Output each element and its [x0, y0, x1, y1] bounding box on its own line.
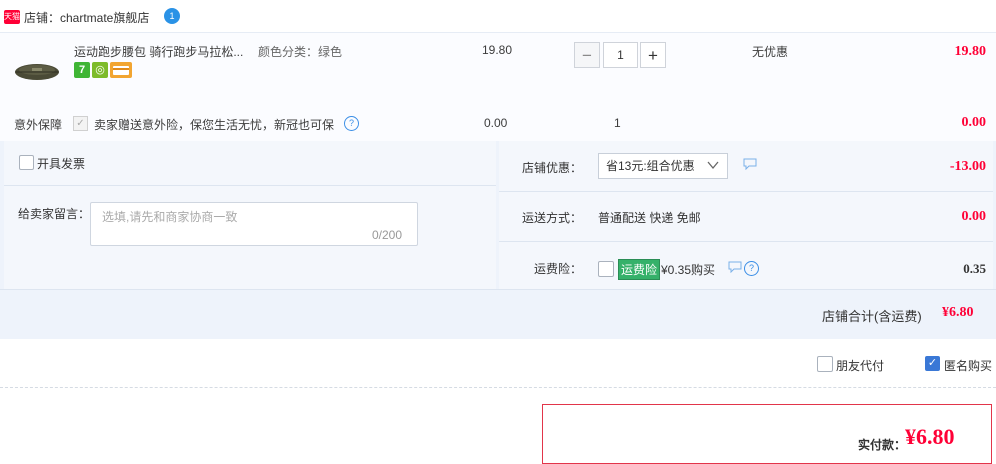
seller-message-label: 给卖家留言：	[18, 207, 91, 221]
unit-price: 19.80	[482, 43, 513, 57]
help-icon[interactable]: ?	[344, 116, 359, 131]
shipping-method-label: 运送方式：	[522, 211, 583, 225]
divider	[0, 387, 996, 388]
comment-icon[interactable]	[743, 158, 757, 173]
freight-insurance-label: 运费险：	[534, 262, 583, 276]
insurance-checkbox: ✓	[73, 116, 88, 131]
divider	[499, 241, 993, 242]
seller-message-counter: 0/200	[372, 228, 403, 242]
insurance-price: 0.00	[484, 116, 508, 130]
help-icon[interactable]: ?	[744, 261, 759, 276]
friend-pay-checkbox[interactable]	[817, 356, 833, 372]
quantity-decrease-button[interactable]: −	[574, 42, 600, 68]
invoice-label[interactable]: 开具发票	[37, 155, 85, 172]
service-badges: 7 ◎	[74, 62, 134, 78]
shop-promo-amount: -13.00	[949, 159, 986, 174]
freight-insurance-amount: 0.35	[963, 261, 986, 276]
credit-card-icon[interactable]	[110, 62, 132, 78]
store-name-link[interactable]: 店铺：chartmate旗舰店	[24, 9, 149, 26]
seven-day-return-icon[interactable]: 7	[74, 62, 90, 78]
quantity-increase-button[interactable]: +	[640, 42, 666, 68]
chat-bubble-icon[interactable]: 1	[164, 8, 180, 24]
shipping-amount: 0.00	[961, 209, 987, 224]
item-total-price: 19.80	[954, 44, 987, 59]
pay-label: 实付款：	[858, 438, 907, 452]
insurance-description: 卖家赠送意外险，保您生活无忧，新冠也可保	[94, 118, 335, 132]
shop-subtotal-amount: ¥6.80	[942, 305, 974, 320]
product-thumbnail[interactable]	[12, 50, 62, 90]
insurance-label: 意外保障	[14, 118, 63, 132]
shipping-method-value: 普通配送 快递 免邮	[598, 211, 701, 225]
anonymous-checkbox[interactable]: ✓	[925, 356, 940, 371]
insurance-icon[interactable]: ◎	[92, 62, 108, 78]
seller-message-placeholder: 选填,请先和商家协商一致	[102, 210, 238, 224]
store-header	[0, 0, 996, 32]
tmall-badge: 天猫	[4, 10, 20, 24]
product-sku: 颜色分类：绿色	[258, 45, 343, 59]
invoice-checkbox[interactable]	[19, 155, 34, 170]
product-title-link[interactable]: 运动跑步腰包 骑行跑步马拉松...	[74, 43, 243, 60]
divider	[499, 191, 993, 192]
comment-icon[interactable]	[728, 261, 742, 276]
freight-insurance-checkbox[interactable]	[598, 261, 614, 277]
anonymous-label[interactable]: 匿名购买	[944, 357, 992, 374]
chevron-down-icon[interactable]	[706, 155, 720, 178]
pay-amount: ¥6.80	[905, 424, 955, 449]
shop-promo-label: 店铺优惠：	[522, 161, 583, 175]
freight-insurance-price: ¥0.35购买	[661, 263, 716, 277]
insurance-quantity: 1	[614, 116, 621, 130]
divider	[4, 185, 496, 186]
quantity-input[interactable]: 1	[603, 42, 638, 68]
freight-insurance-tag: 运费险	[618, 259, 661, 280]
insurance-total: 0.00	[961, 115, 987, 130]
shop-subtotal-label: 店铺合计(含运费)	[822, 309, 922, 324]
divider	[0, 289, 996, 290]
item-promotion: 无优惠	[752, 45, 789, 59]
friend-pay-label[interactable]: 朋友代付	[836, 357, 884, 374]
